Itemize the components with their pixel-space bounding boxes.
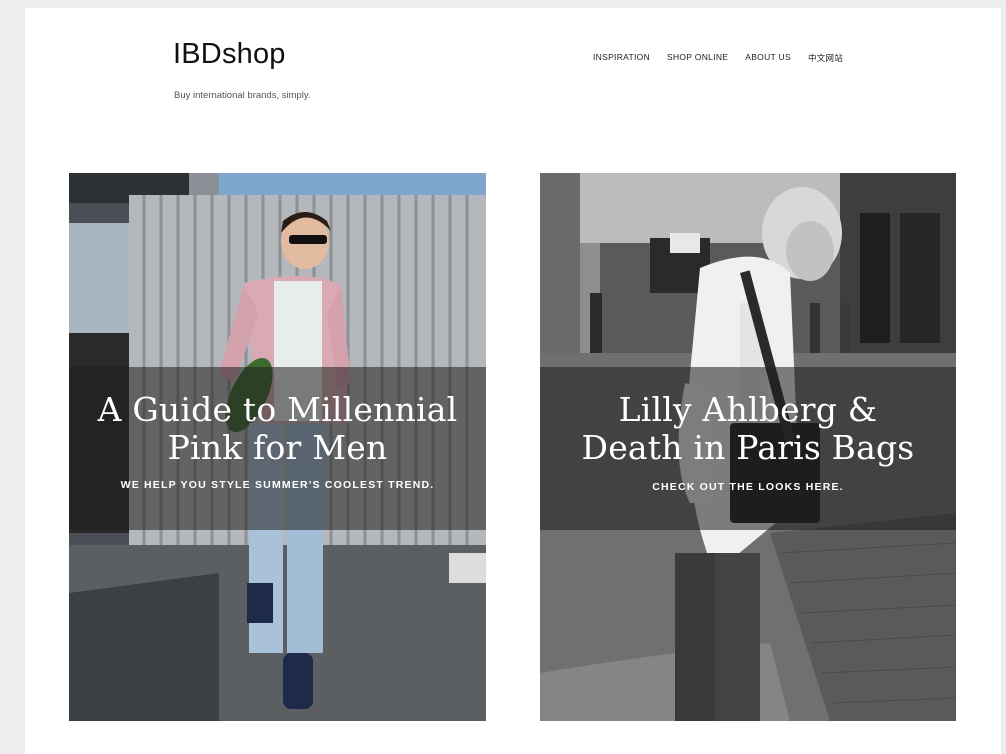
article-headline[interactable]: A Guide to Millennial Pink for Men xyxy=(98,391,458,467)
site-tagline: Buy international brands, simply. xyxy=(174,90,311,101)
article-overlay: A Guide to Millennial Pink for Men WE HE… xyxy=(69,367,486,530)
article-card-millennial-pink[interactable]: A Guide to Millennial Pink for Men WE HE… xyxy=(69,173,486,721)
main-nav: INSPIRATION SHOP ONLINE ABOUT US 中文网站 xyxy=(593,52,843,64)
nav-chinese-site[interactable]: 中文网站 xyxy=(808,52,843,64)
article-overlay: Lilly Ahlberg & Death in Paris Bags CHEC… xyxy=(540,367,956,530)
article-headline[interactable]: Lilly Ahlberg & Death in Paris Bags xyxy=(582,391,915,467)
article-subtitle[interactable]: CHECK OUT THE LOOKS HERE. xyxy=(652,481,844,493)
site-logo[interactable]: IBDshop xyxy=(173,38,286,71)
nav-about-us[interactable]: ABOUT US xyxy=(745,52,791,64)
nav-inspiration[interactable]: INSPIRATION xyxy=(593,52,650,64)
nav-shop-online[interactable]: SHOP ONLINE xyxy=(667,52,728,64)
article-card-lilly-ahlberg[interactable]: Lilly Ahlberg & Death in Paris Bags CHEC… xyxy=(540,173,956,721)
article-subtitle[interactable]: WE HELP YOU STYLE SUMMER'S COOLEST TREND… xyxy=(121,479,435,491)
page: IBDshop Buy international brands, simply… xyxy=(25,8,1001,754)
